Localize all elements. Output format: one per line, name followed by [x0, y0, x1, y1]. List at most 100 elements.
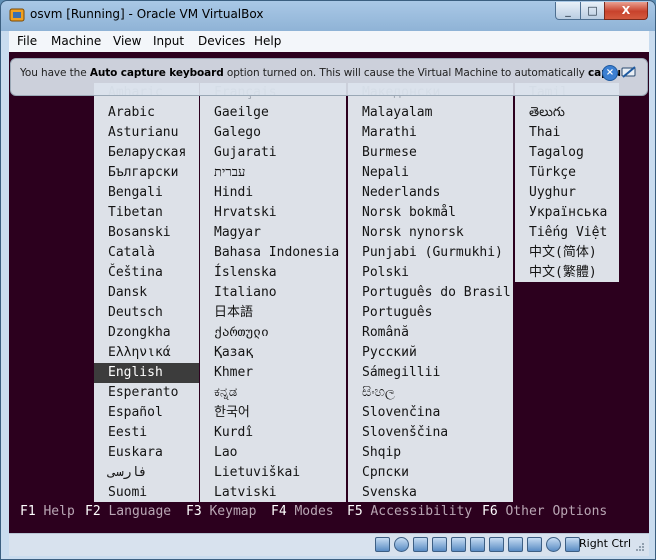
language-option[interactable]: Ελληνικά	[94, 343, 171, 363]
fkey-language[interactable]: F2 Language	[85, 504, 171, 519]
language-option[interactable]: Suomi	[94, 483, 147, 503]
language-option[interactable]: Gaeilge	[200, 103, 269, 123]
language-option[interactable]: Српски	[348, 463, 409, 483]
close-button[interactable]: X	[604, 2, 648, 20]
language-option[interactable]: Română	[348, 323, 409, 343]
mouse-integration-icon[interactable]	[546, 537, 561, 552]
language-option[interactable]: Español	[94, 403, 163, 423]
language-option[interactable]: Asturianu	[94, 123, 178, 143]
language-option[interactable]: Tagalog	[515, 143, 584, 163]
audio-icon[interactable]	[413, 537, 428, 552]
language-option[interactable]: Tiếng Việt	[515, 223, 607, 243]
language-label: 中文(繁體)	[529, 265, 597, 280]
language-option[interactable]: Tibetan	[94, 203, 163, 223]
fkey-keymap[interactable]: F3 Keymap	[186, 504, 256, 519]
language-option[interactable]: Čeština	[94, 263, 163, 283]
language-option[interactable]: 한국어	[200, 403, 250, 423]
language-option[interactable]: Euskara	[94, 443, 163, 463]
video-capture-icon[interactable]	[508, 537, 523, 552]
language-option[interactable]: Eesti	[94, 423, 147, 443]
language-option[interactable]: Русский	[348, 343, 417, 363]
language-option[interactable]: Malayalam	[348, 103, 432, 123]
language-option[interactable]: Nederlands	[348, 183, 440, 203]
language-option[interactable]: Hindi	[200, 183, 253, 203]
shared-folders-icon[interactable]	[470, 537, 485, 552]
language-option[interactable]: සිංහල	[348, 383, 395, 403]
language-option[interactable]: Українська	[515, 203, 607, 223]
language-option[interactable]: Latviski	[200, 483, 277, 503]
language-option[interactable]: ಕನ್ನಡ	[200, 383, 237, 403]
language-option[interactable]: Hrvatski	[200, 203, 277, 223]
menu-view[interactable]: View	[113, 34, 141, 48]
language-option[interactable]: Sámegillii	[348, 363, 440, 383]
display-icon[interactable]	[489, 537, 504, 552]
language-option[interactable]: 日本語	[200, 303, 253, 323]
language-option[interactable]: ქართული	[200, 323, 269, 343]
title-bar[interactable]: osvm [Running] - Oracle VM VirtualBox _ …	[1, 1, 655, 30]
language-option[interactable]: Marathi	[348, 123, 417, 143]
language-option[interactable]: Norsk bokmål	[348, 203, 456, 223]
usb-icon[interactable]	[451, 537, 466, 552]
fkey-other-options[interactable]: F6 Other Options	[482, 504, 607, 519]
language-option[interactable]: Bosanski	[94, 223, 171, 243]
language-label: Gaeilge	[214, 105, 269, 120]
language-option[interactable]: Slovenčina	[348, 403, 440, 423]
language-option[interactable]: Lao	[200, 443, 237, 463]
hard-disk-icon[interactable]	[375, 537, 390, 552]
language-option[interactable]: Deutsch	[94, 303, 163, 323]
language-option[interactable]: Shqip	[348, 443, 401, 463]
language-option[interactable]: Bahasa Indonesia	[200, 243, 339, 263]
language-option[interactable]: Magyar	[200, 223, 261, 243]
notice-close-icon[interactable]: ×	[602, 65, 618, 81]
fkey-modes[interactable]: F4 Modes	[271, 504, 334, 519]
language-option[interactable]: Íslenska	[200, 263, 277, 283]
language-option[interactable]: Türkçe	[515, 163, 576, 183]
language-option[interactable]: Arabic	[94, 103, 155, 123]
network-icon[interactable]	[432, 537, 447, 552]
menu-help[interactable]: Help	[254, 34, 281, 48]
language-option[interactable]: Esperanto	[94, 383, 178, 403]
menu-input[interactable]: Input	[153, 34, 184, 48]
language-option[interactable]: Thai	[515, 123, 560, 143]
optical-drive-icon[interactable]	[394, 537, 409, 552]
language-option[interactable]: Dzongkha	[94, 323, 171, 343]
language-option[interactable]: Galego	[200, 123, 261, 143]
language-option[interactable]: Қазақ	[200, 343, 253, 363]
language-option[interactable]: Kurdî	[200, 423, 253, 443]
language-option[interactable]: Khmer	[200, 363, 253, 383]
menu-file[interactable]: File	[17, 34, 37, 48]
fkey-help[interactable]: F1 Help	[20, 504, 75, 519]
maximize-button[interactable]: □	[580, 2, 605, 20]
language-option[interactable]: Slovenščina	[348, 423, 448, 443]
language-option[interactable]: 中文(简体)	[515, 243, 597, 263]
language-option[interactable]: Gujarati	[200, 143, 277, 163]
language-option[interactable]: Nepali	[348, 163, 409, 183]
language-option[interactable]: Uyghur	[515, 183, 576, 203]
language-option[interactable]: Polski	[348, 263, 409, 283]
language-option[interactable]: Norsk nynorsk	[348, 223, 464, 243]
language-option[interactable]: Bengali	[94, 183, 163, 203]
language-option[interactable]: עברית	[200, 163, 245, 183]
language-option[interactable]: English	[94, 363, 199, 383]
language-option[interactable]: Italiano	[200, 283, 277, 303]
language-option[interactable]: Português	[348, 303, 432, 323]
language-option[interactable]: Punjabi (Gurmukhi)	[348, 243, 503, 263]
language-option[interactable]: Burmese	[348, 143, 417, 163]
notice-keyboard-icon[interactable]	[621, 65, 637, 79]
language-option[interactable]: Português do Brasil	[348, 283, 511, 303]
language-option[interactable]: فارسی	[94, 463, 147, 483]
language-option[interactable]: Dansk	[94, 283, 147, 303]
language-option[interactable]: Svenska	[348, 483, 417, 503]
language-option[interactable]: Català	[94, 243, 155, 263]
language-option[interactable]: Български	[94, 163, 178, 183]
keyboard-icon[interactable]	[565, 537, 580, 552]
language-option[interactable]: తెలుగు	[515, 103, 565, 123]
language-option[interactable]: 中文(繁體)	[515, 263, 597, 283]
menu-machine[interactable]: Machine	[51, 34, 101, 48]
fkey-accessibility[interactable]: F5 Accessibility	[347, 504, 472, 519]
minimize-button[interactable]: _	[555, 2, 581, 20]
language-option[interactable]: Беларуская	[94, 143, 186, 163]
menu-devices[interactable]: Devices	[198, 34, 245, 48]
language-option[interactable]: Lietuviškai	[200, 463, 300, 483]
resize-grip-icon[interactable]	[635, 542, 645, 552]
